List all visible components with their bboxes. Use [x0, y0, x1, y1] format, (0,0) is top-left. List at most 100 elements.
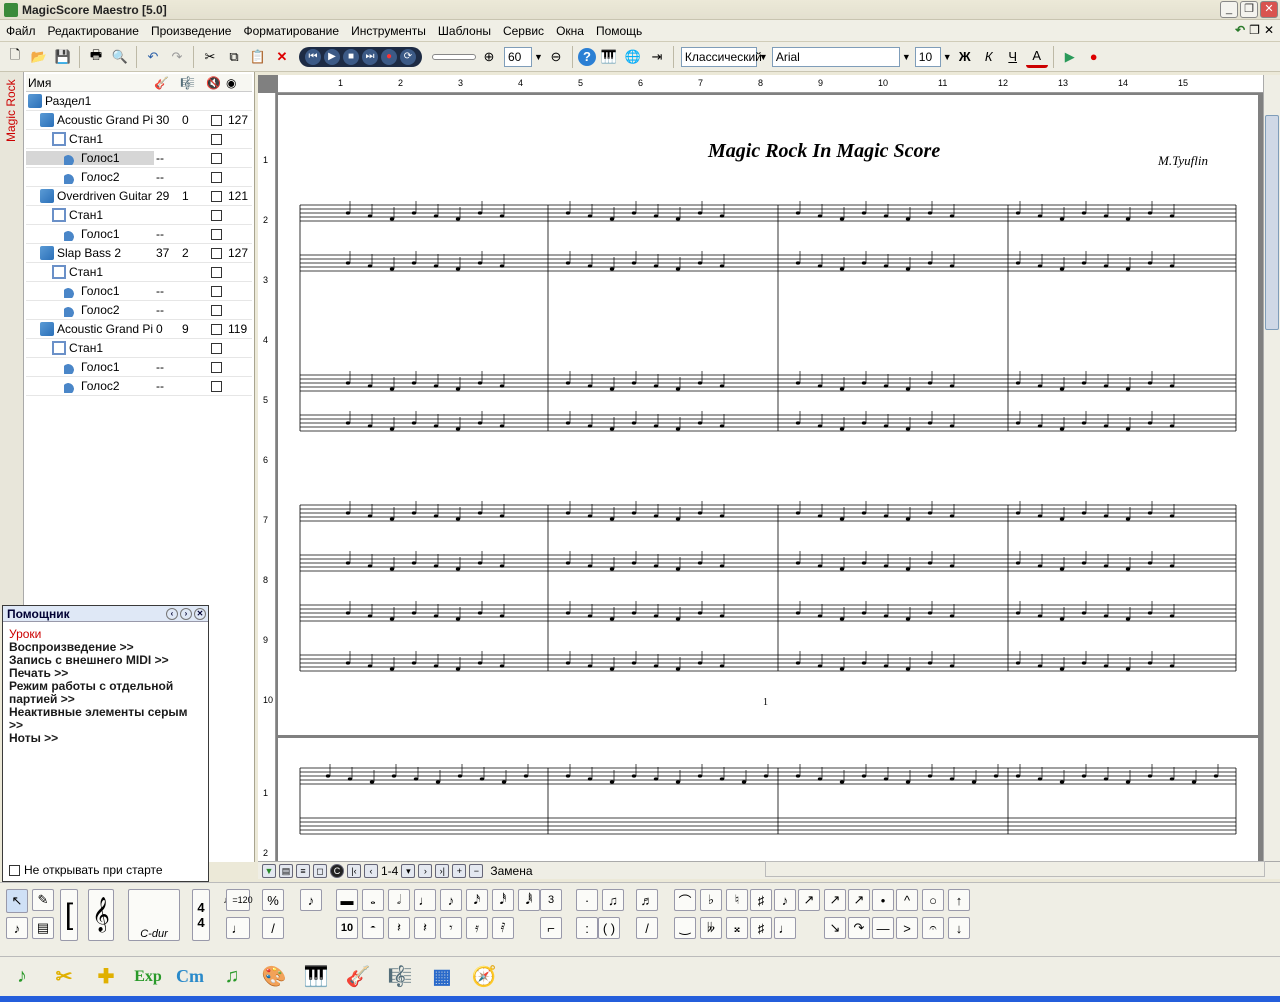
note-head[interactable] [367, 424, 373, 428]
volume-slider[interactable] [432, 53, 476, 60]
menu-service[interactable]: Сервис [497, 24, 550, 38]
note-head[interactable] [1037, 264, 1043, 268]
note-head[interactable] [389, 617, 395, 621]
time-signature-icon[interactable]: 44 [192, 889, 210, 941]
prev-page-icon[interactable]: ‹ [364, 863, 378, 878]
note-head[interactable] [1147, 511, 1153, 515]
note-head[interactable] [1103, 564, 1109, 568]
note-head[interactable] [433, 664, 439, 668]
note-head[interactable] [883, 214, 889, 218]
tree-item[interactable]: Acoustic Grand Pi... [26, 113, 154, 127]
note-head[interactable] [1059, 617, 1065, 621]
note-head[interactable] [861, 381, 867, 385]
mute-checkbox[interactable] [210, 380, 222, 392]
natural-sharp-icon[interactable]: ♯ [750, 917, 772, 939]
mute-checkbox[interactable] [210, 285, 222, 297]
tree-item[interactable]: Голос2 [26, 303, 154, 317]
score-page-2[interactable] [278, 738, 1258, 868]
note-head[interactable] [1037, 424, 1043, 428]
mute-column-icon[interactable]: 🔇 [206, 76, 226, 90]
note-head[interactable] [927, 661, 933, 665]
arrow-up-icon[interactable]: ↑ [948, 889, 970, 911]
note-head[interactable] [367, 214, 373, 218]
paste-icon[interactable]: 📋 [247, 46, 269, 68]
note-head[interactable] [817, 614, 823, 618]
volume-column-icon[interactable]: ◉ [226, 76, 252, 90]
note-head[interactable] [1037, 664, 1043, 668]
note-head[interactable] [697, 611, 703, 615]
note-head[interactable] [345, 661, 351, 665]
dropdown-arrow-icon[interactable]: ▼ [943, 52, 952, 62]
staff-system[interactable] [278, 95, 1258, 735]
list-view-icon[interactable]: ≡ [296, 863, 310, 878]
slur-icon[interactable]: ⌒ [674, 889, 696, 911]
page-view-icon[interactable]: ▤ [279, 863, 293, 878]
natural-icon[interactable]: ♯ [750, 889, 772, 911]
note-head[interactable] [719, 264, 725, 268]
note-head[interactable] [433, 614, 439, 618]
vertical-scrollbar[interactable] [1263, 75, 1280, 865]
staccato-icon[interactable]: • [872, 889, 894, 911]
table-tool-icon[interactable]: ▤ [32, 917, 54, 939]
zoom-combo[interactable]: 60 [504, 46, 532, 67]
note-head[interactable] [1147, 381, 1153, 385]
note-head[interactable] [905, 427, 911, 431]
tree-item[interactable]: Голос1 [26, 151, 154, 165]
note-head[interactable] [861, 421, 867, 425]
note-head[interactable] [587, 564, 593, 568]
note-head[interactable] [609, 780, 615, 784]
redo-icon[interactable]: ↷ [166, 46, 188, 68]
beam-icon[interactable]: ♫ [602, 889, 624, 911]
note-head[interactable] [499, 564, 505, 568]
tempo-icon[interactable]: ♩=120 [223, 889, 253, 911]
note-head[interactable] [1147, 611, 1153, 615]
note-head[interactable] [433, 514, 439, 518]
articulation-1-icon[interactable]: ↗ [824, 889, 846, 911]
note-head[interactable] [1103, 614, 1109, 618]
mute-checkbox[interactable] [210, 190, 222, 202]
dropdown-arrow-icon[interactable]: ▼ [759, 52, 768, 62]
note-head[interactable] [1015, 774, 1021, 778]
note-head[interactable] [839, 387, 845, 391]
note-head[interactable] [675, 267, 681, 271]
tree-row[interactable]: Голос1 -- [26, 358, 252, 377]
note-head[interactable] [391, 774, 397, 778]
play-mode-icon[interactable]: ▶ [1059, 46, 1081, 68]
note-head[interactable] [817, 564, 823, 568]
note-head[interactable] [1147, 661, 1153, 665]
line-icon[interactable]: / [636, 917, 658, 939]
whole-rest-icon[interactable]: ▬ [336, 889, 358, 911]
note-head[interactable] [883, 424, 889, 428]
menu-help[interactable]: Помощь [590, 24, 648, 38]
note-head[interactable] [1081, 381, 1087, 385]
note-head[interactable] [609, 387, 615, 391]
glissando-icon[interactable]: ↗ [798, 889, 820, 911]
note-head[interactable] [1015, 561, 1021, 565]
note-head[interactable] [433, 214, 439, 218]
note-head[interactable] [631, 211, 637, 215]
note-head[interactable] [389, 667, 395, 671]
note-head[interactable] [861, 561, 867, 565]
note-head[interactable] [697, 561, 703, 565]
note-head[interactable] [1169, 424, 1175, 428]
restore-icon[interactable]: ❐ [1249, 23, 1260, 37]
note-head[interactable] [345, 261, 351, 265]
note-head[interactable] [861, 774, 867, 778]
note-head[interactable] [971, 780, 977, 784]
note-head[interactable] [389, 217, 395, 221]
note-head[interactable] [883, 664, 889, 668]
note-head[interactable] [795, 511, 801, 515]
note-head[interactable] [653, 384, 659, 388]
note-head[interactable] [905, 217, 911, 221]
note-head[interactable] [609, 427, 615, 431]
minimize-button[interactable]: _ [1220, 1, 1238, 18]
add-icon[interactable]: ✚ [90, 961, 122, 993]
note-head[interactable] [839, 617, 845, 621]
note-head[interactable] [499, 424, 505, 428]
tree-row[interactable]: Slap Bass 2 37 2 127 [26, 244, 252, 263]
mute-checkbox[interactable] [210, 361, 222, 373]
note-head[interactable] [1191, 780, 1197, 784]
tree-row[interactable]: Overdriven Guitar 29 1 121 [26, 187, 252, 206]
note-head[interactable] [795, 261, 801, 265]
note-head[interactable] [1169, 614, 1175, 618]
